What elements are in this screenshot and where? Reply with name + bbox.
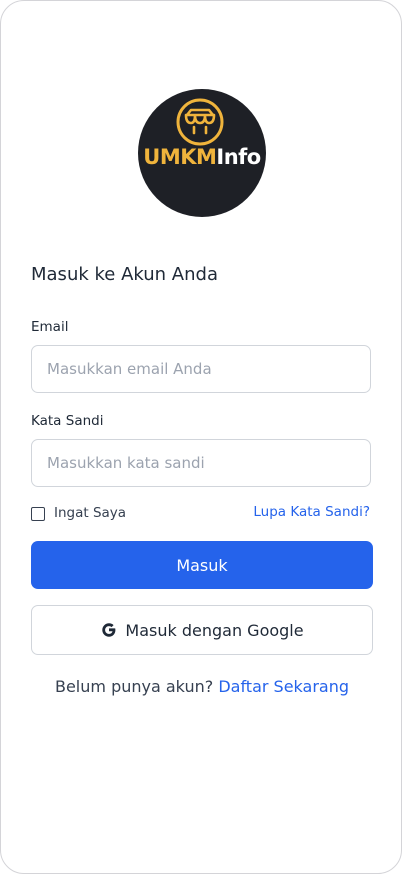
signup-prompt-text: Belum punya akun? xyxy=(54,677,214,696)
signup-link[interactable]: Daftar Sekarang xyxy=(218,677,349,696)
google-login-button[interactable]: Masuk dengan Google xyxy=(31,605,373,655)
signup-prompt: Belum punya akun? Daftar Sekarang xyxy=(1,677,401,697)
google-login-label: Masuk dengan Google xyxy=(125,620,304,640)
brand-wordmark-part1: UMKM xyxy=(143,145,217,169)
login-screen: UMKMInfo Masuk ke Akun Anda Email Kata S… xyxy=(0,0,402,874)
brand-wordmark: UMKMInfo xyxy=(138,144,266,170)
password-label: Kata Sandi xyxy=(31,413,104,429)
brand-wordmark-part2: Info xyxy=(216,145,261,169)
google-icon xyxy=(102,623,116,637)
page-title: Masuk ke Akun Anda xyxy=(31,264,218,285)
password-field[interactable] xyxy=(31,439,371,487)
email-label: Email xyxy=(31,319,69,335)
login-button[interactable]: Masuk xyxy=(31,541,373,589)
remember-me-checkbox[interactable] xyxy=(31,507,45,521)
email-field[interactable] xyxy=(31,345,371,393)
remember-me-label: Ingat Saya xyxy=(54,505,127,521)
brand-logo: UMKMInfo xyxy=(138,89,266,217)
remember-me[interactable]: Ingat Saya xyxy=(31,504,126,522)
forgot-password-link[interactable]: Lupa Kata Sandi? xyxy=(253,503,370,521)
